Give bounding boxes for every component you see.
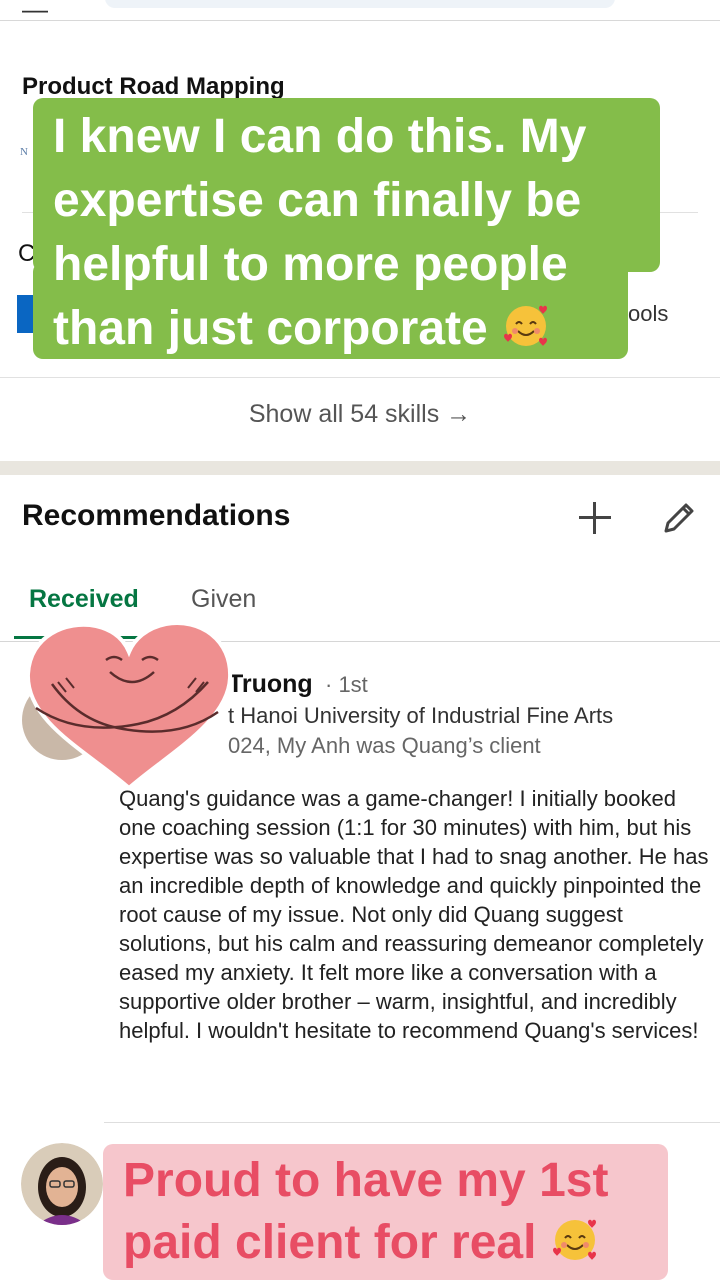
recommendations-title: Recommendations — [22, 499, 291, 532]
hugging-heart-sticker-icon — [25, 621, 233, 790]
section-gap — [0, 461, 720, 475]
recommendation-text: Quang's guidance was a game-changer! I i… — [119, 786, 709, 1043]
edit-pencil-icon[interactable] — [658, 498, 698, 538]
connection-degree: · 1st — [325, 672, 368, 697]
caption-line: Proud to have my 1st — [123, 1154, 609, 1207]
cut-off-heading: — — [22, 0, 48, 24]
recommender-headline: t Hanoi University of Industrial Fine Ar… — [228, 703, 614, 728]
divider — [104, 1122, 720, 1123]
caption-line: I knew I can do this. My — [53, 110, 587, 163]
divider — [0, 377, 720, 378]
recommender-relation: 024, My Anh was Quang’s client — [228, 733, 541, 758]
caption-line: helpful to more people — [53, 238, 568, 291]
caption-bottom: Proud to have my 1st paid client for rea… — [123, 1150, 608, 1274]
skill-title[interactable]: Product Road Mapping — [22, 73, 285, 101]
caption-line: than just corporate — [53, 302, 488, 355]
add-icon[interactable] — [577, 500, 613, 536]
caption-line: expertise can finally be — [53, 174, 582, 227]
divider — [0, 20, 720, 21]
tools-stub: ools — [628, 301, 669, 326]
caption-top: I knew I can do this. My expertise can f… — [53, 105, 586, 361]
tab-given[interactable]: Given — [191, 585, 256, 614]
avatar[interactable] — [21, 1143, 103, 1225]
linkedin-app-icon — [17, 295, 34, 333]
caption-line: paid client for real — [123, 1216, 537, 1269]
tab-received[interactable]: Received — [29, 585, 139, 614]
endorsement-stub: N — [20, 146, 28, 158]
smiling-face-with-hearts-icon — [552, 1219, 596, 1260]
recommender-name[interactable]: Truong — [228, 670, 313, 699]
top-search-pill — [105, 0, 615, 8]
show-all-skills-button[interactable]: Show all 54 skills → — [0, 400, 720, 429]
smiling-face-with-hearts-icon — [504, 305, 548, 346]
